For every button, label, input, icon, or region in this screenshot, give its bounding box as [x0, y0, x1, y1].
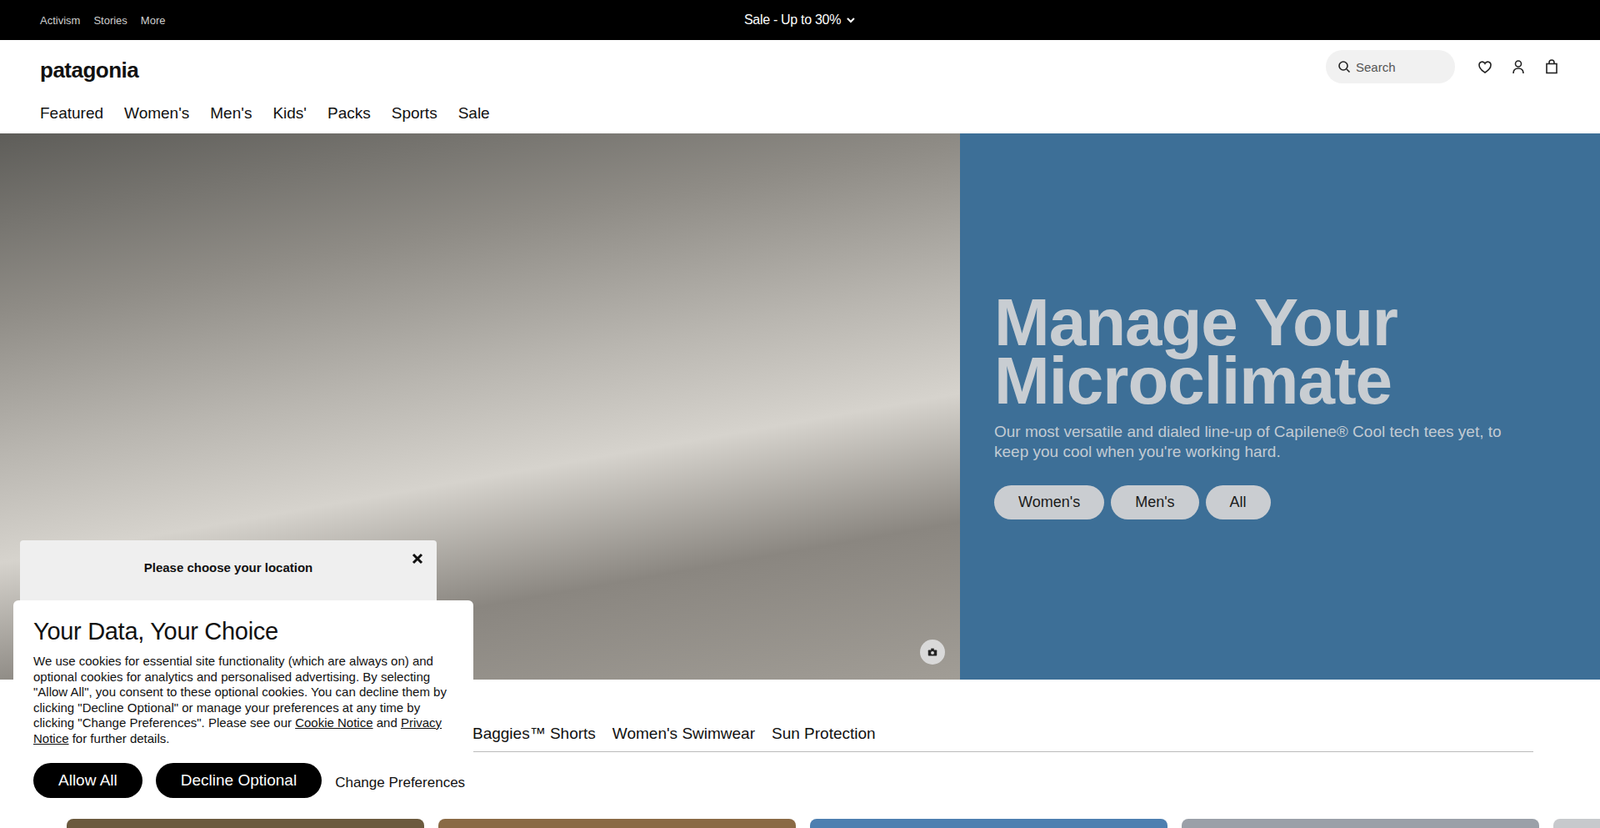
nav-item[interactable]: Sports	[391, 104, 438, 123]
hero-text: Our most versatile and dialed line-up of…	[994, 421, 1536, 462]
logo[interactable]: patagonia	[40, 57, 139, 84]
cookie-actions: Allow AllDecline OptionalChange Preferen…	[33, 762, 454, 798]
utility-link[interactable]: Activism	[40, 14, 80, 27]
utility-links: Activism Stories More	[40, 14, 165, 27]
privacy-notice-link[interactable]: Privacy Notice	[33, 715, 442, 745]
utility-bar: Activism Stories More Sale - Up to 30%	[0, 0, 1600, 40]
utility-link[interactable]: Stories	[93, 14, 127, 27]
hero-title: Manage YourMicroclimate	[994, 293, 1536, 410]
hero-content: Manage YourMicroclimate Our most versatil…	[994, 293, 1536, 520]
nav-item[interactable]: Featured	[40, 104, 104, 123]
promo-button[interactable]: Sale - Up to 30%	[739, 11, 861, 29]
nav-item[interactable]: Men's	[210, 104, 252, 123]
main-nav: Featured Women's Men's Kids' Packs Sports Sale	[40, 93, 1560, 134]
bag-icon[interactable]	[1543, 58, 1560, 75]
search-placeholder: Search	[1355, 60, 1396, 75]
nav-item[interactable]: Kids'	[272, 104, 307, 123]
product-card[interactable]	[438, 818, 796, 828]
hero-title-line: Microclimate	[994, 351, 1536, 410]
header: patagonia Search Featured Women's Men's Kids'…	[0, 40, 1600, 134]
photo-credit-button[interactable]	[920, 639, 945, 665]
product-cards	[0, 818, 1600, 828]
category-tab[interactable]: Sun Protection	[771, 724, 876, 743]
header-actions: Search	[1325, 50, 1560, 84]
header-top: patagonia Search	[40, 40, 1560, 94]
hero-panel: Manage YourMicroclimate Our most versatil…	[960, 133, 1600, 680]
search-field[interactable]: Search	[1325, 50, 1455, 84]
category-tab[interactable]: Baggies™ Shorts	[472, 724, 596, 743]
nav-item[interactable]: Sale	[458, 104, 490, 123]
cookie-button[interactable]: Allow All	[33, 762, 143, 798]
cookie-notice-link[interactable]: Cookie Notice	[295, 715, 373, 730]
location-popup: Please choose your location	[20, 540, 437, 607]
camera-icon	[926, 645, 939, 658]
page: Activism Stories More Sale - Up to 30% patag…	[0, 0, 1600, 828]
cookie-button[interactable]: Decline Optional	[155, 762, 322, 798]
user-icon[interactable]	[1510, 58, 1527, 75]
product-card[interactable]	[810, 818, 1168, 828]
promo-text: Sale - Up to 30%	[744, 12, 841, 28]
cookie-modal: Your Data, Your Choice We use cookies for…	[13, 600, 474, 815]
product-card[interactable]	[66, 818, 425, 828]
nav-item[interactable]: Women's	[124, 104, 190, 123]
cookie-title: Your Data, Your Choice	[33, 616, 454, 645]
hero-title-line: Manage Your	[994, 293, 1536, 352]
heart-icon[interactable]	[1476, 58, 1494, 75]
utility-link[interactable]: More	[140, 14, 166, 27]
hero-buttons: Women'sMen'sAll	[994, 485, 1536, 520]
chevron-down-icon	[845, 15, 856, 25]
change-preferences-button[interactable]: Change Preferences	[335, 774, 465, 791]
hero-button[interactable]: All	[1205, 485, 1271, 520]
hero-button[interactable]: Women's	[994, 485, 1105, 520]
close-icon[interactable]	[410, 551, 425, 565]
nav-item[interactable]: Packs	[327, 104, 371, 123]
cookie-body: We use cookies for essential site functi…	[33, 653, 454, 746]
hero-button[interactable]: Men's	[1110, 485, 1199, 520]
product-card[interactable]	[1181, 818, 1540, 828]
category-tab[interactable]: Women's Swimwear	[612, 724, 755, 743]
product-card[interactable]	[1553, 818, 1600, 828]
search-icon	[1337, 60, 1351, 74]
